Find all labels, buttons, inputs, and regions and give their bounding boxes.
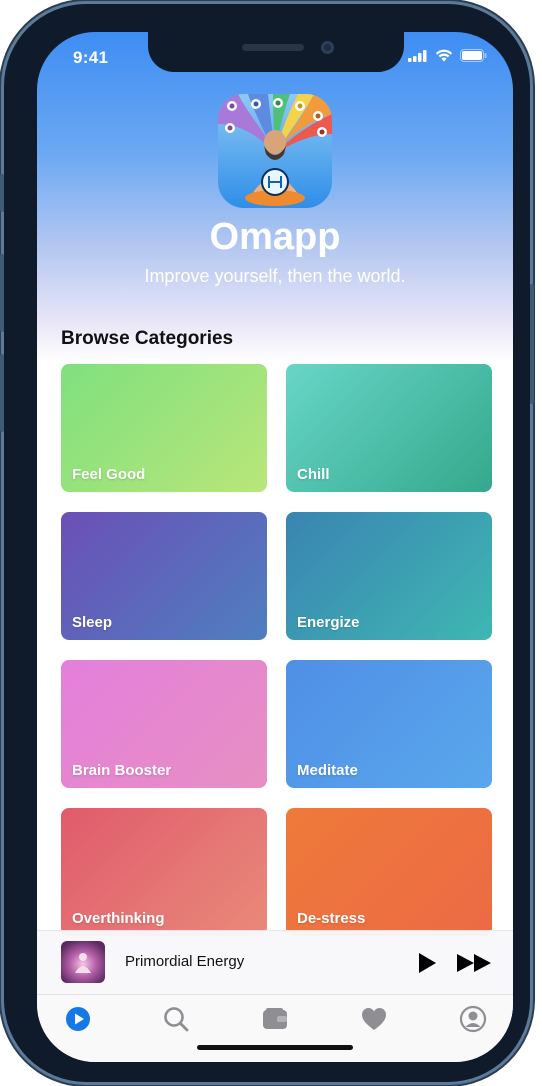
cellular-signal-icon bbox=[408, 49, 427, 62]
volume-up-button bbox=[0, 254, 4, 332]
category-label: Brain Booster bbox=[72, 762, 172, 779]
status-icons bbox=[408, 49, 487, 62]
category-card-brain-booster[interactable]: Brain Booster bbox=[61, 660, 267, 788]
status-time: 9:41 bbox=[73, 48, 109, 67]
home-indicator bbox=[197, 1045, 353, 1050]
screen: 9:41 Omapp Improve yourself, then the wo… bbox=[37, 32, 513, 1062]
category-label: Energize bbox=[297, 614, 360, 631]
category-card-energize[interactable]: Energize bbox=[286, 512, 492, 640]
tab-wallet[interactable] bbox=[261, 1005, 289, 1033]
category-label: Overthinking bbox=[72, 910, 165, 927]
power-button bbox=[530, 284, 534, 404]
tab-favorites[interactable] bbox=[360, 1005, 388, 1033]
category-card-overthinking[interactable]: Overthinking bbox=[61, 808, 267, 936]
category-label: Chill bbox=[297, 466, 330, 483]
now-playing-title: Primordial Energy bbox=[125, 953, 245, 970]
now-playing-artwork bbox=[61, 941, 105, 983]
volume-down-button bbox=[0, 354, 4, 432]
category-card-feel-good[interactable]: Feel Good bbox=[61, 364, 267, 492]
category-card-meditate[interactable]: Meditate bbox=[286, 660, 492, 788]
tab-listen[interactable] bbox=[64, 1005, 92, 1033]
fast-forward-button[interactable] bbox=[455, 950, 495, 976]
category-card-de-stress[interactable]: De-stress bbox=[286, 808, 492, 936]
tab-bar bbox=[37, 994, 513, 1062]
browse-categories-heading: Browse Categories bbox=[61, 328, 234, 349]
notch bbox=[148, 32, 404, 72]
tab-search[interactable] bbox=[162, 1005, 190, 1033]
category-label: De-stress bbox=[297, 910, 366, 927]
app-title: Omapp bbox=[209, 216, 341, 258]
app-logo-icon bbox=[218, 94, 332, 208]
phone-frame: 9:41 Omapp Improve yourself, then the wo… bbox=[0, 4, 534, 1082]
category-label: Feel Good bbox=[72, 466, 146, 483]
mute-switch bbox=[0, 174, 4, 212]
category-card-chill[interactable]: Chill bbox=[286, 364, 492, 492]
wifi-icon bbox=[435, 49, 453, 62]
front-camera bbox=[321, 41, 334, 54]
tab-profile[interactable] bbox=[459, 1005, 487, 1033]
category-label: Sleep bbox=[72, 614, 113, 631]
app-tagline: Improve yourself, then the world. bbox=[144, 266, 406, 286]
mini-player[interactable]: Primordial Energy bbox=[37, 930, 513, 995]
battery-icon bbox=[460, 49, 487, 62]
category-card-sleep[interactable]: Sleep bbox=[61, 512, 267, 640]
play-button[interactable] bbox=[414, 950, 440, 976]
category-label: Meditate bbox=[297, 762, 358, 779]
speaker-grille bbox=[242, 44, 304, 51]
